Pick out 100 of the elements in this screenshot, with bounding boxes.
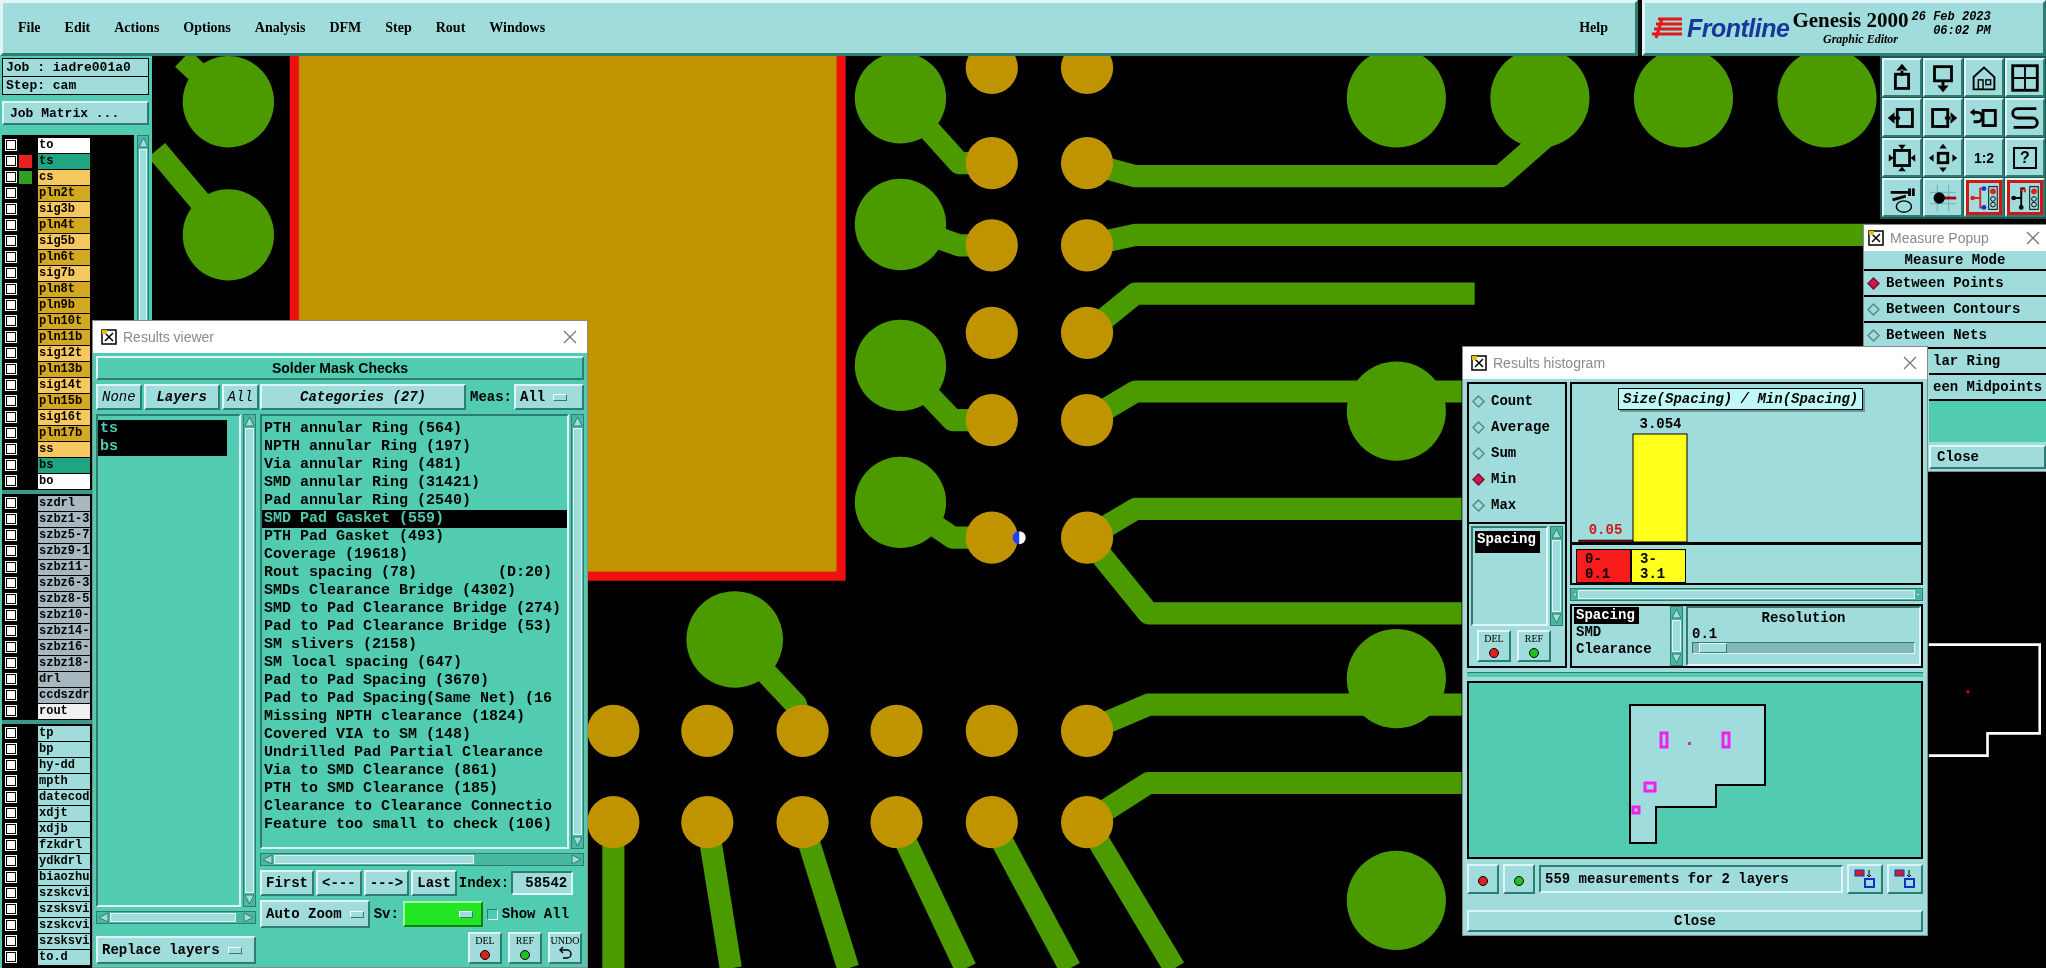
toolbar-button[interactable] [1923, 138, 1963, 177]
layer-name[interactable]: pln8t [38, 281, 90, 297]
list-item[interactable]: Spacing [1574, 607, 1639, 624]
list-item[interactable]: NPTH annular Ring (197) [262, 438, 567, 456]
scroll-left-icon[interactable] [261, 854, 273, 865]
layer-checkbox[interactable] [6, 824, 16, 834]
layer-name[interactable]: ts [38, 153, 90, 169]
close-button[interactable] [1901, 354, 1919, 372]
layer-checkbox[interactable] [6, 872, 16, 882]
list-item[interactable]: SM slivers (2158) [262, 636, 567, 654]
list-item[interactable]: Coverage (19618) [262, 546, 567, 564]
list-item[interactable]: Covered VIA to SM (148) [262, 726, 567, 744]
layer-checkbox[interactable] [6, 808, 16, 818]
slider-thumb[interactable] [1698, 643, 1727, 653]
toolbar-button[interactable] [1882, 178, 1922, 217]
layer-name[interactable]: ss [38, 441, 90, 457]
layer-name[interactable]: pln13b [38, 361, 90, 377]
toolbar-button[interactable] [1964, 178, 2004, 217]
radio-option[interactable]: Min [1469, 466, 1565, 492]
scroll-up-icon[interactable] [1551, 527, 1562, 539]
layer-checkbox[interactable] [6, 444, 16, 454]
toolbar-button[interactable] [1882, 98, 1922, 137]
toolbar-button[interactable] [1882, 138, 1922, 177]
radio-button[interactable] [1472, 472, 1485, 486]
layer-name[interactable]: szbz16- [38, 639, 90, 655]
list-item[interactable]: Undrilled Pad Partial Clearance [262, 744, 567, 762]
replace-layers-dropdown[interactable]: Replace layers [96, 936, 256, 964]
toolbar-button[interactable] [1882, 58, 1922, 97]
layer-checkbox[interactable] [6, 578, 16, 588]
layer-name[interactable]: szbz8-5 [38, 591, 90, 607]
layer-name[interactable]: szbz6-3 [38, 575, 90, 591]
layer-checkbox[interactable] [6, 514, 16, 524]
list-item[interactable]: Spacing [1475, 531, 1540, 553]
scale-button[interactable]: 1:2 [1964, 138, 2004, 177]
list-item[interactable]: SMD [1574, 624, 1606, 641]
layer-name[interactable]: bp [38, 741, 90, 757]
toolbar-button[interactable] [1887, 864, 1923, 894]
scrollbar[interactable] [1570, 588, 1923, 601]
layer-checkbox[interactable] [6, 364, 16, 374]
nav-button[interactable]: <--- [316, 870, 362, 896]
scrollbar[interactable] [1550, 526, 1563, 626]
help-button[interactable]: ? [2005, 138, 2045, 177]
list-item[interactable]: bs [98, 438, 227, 456]
list-item[interactable]: Via annular Ring (481) [262, 456, 567, 474]
layer-checkbox[interactable] [6, 840, 16, 850]
layer-name[interactable]: szbz18- [38, 655, 90, 671]
radio-button[interactable] [1472, 394, 1485, 408]
radio-option[interactable]: Max [1469, 492, 1565, 518]
toolbar-button[interactable] [1847, 864, 1883, 894]
menu-item[interactable]: Edit [63, 18, 92, 38]
layer-name[interactable]: fzkdrl [38, 837, 90, 853]
scroll-down-icon[interactable] [1551, 613, 1562, 625]
radio-option[interactable]: Sum [1469, 440, 1565, 466]
scroll-up-icon[interactable] [1671, 607, 1682, 619]
list-item[interactable]: Via to SMD Clearance (861) [262, 762, 567, 780]
layer-name[interactable]: ydkdrl [38, 853, 90, 869]
layer-checkbox[interactable] [6, 476, 16, 486]
layer-checkbox[interactable] [6, 744, 16, 754]
layer-name[interactable]: pln10t [38, 313, 90, 329]
toolbar-button[interactable] [1923, 98, 1963, 137]
layer-name[interactable]: rout [38, 703, 90, 719]
layer-name[interactable]: szbz11- [38, 559, 90, 575]
menu-item[interactable]: Actions [113, 18, 161, 38]
layer-name[interactable]: mpth [38, 773, 90, 789]
layer-checkbox[interactable] [6, 348, 16, 358]
nav-button[interactable]: Last [411, 870, 457, 896]
scrollbar[interactable] [260, 853, 584, 866]
layer-checkbox[interactable] [6, 674, 16, 684]
scroll-up-icon[interactable] [137, 136, 149, 148]
categories-button[interactable]: Categories (27) [260, 384, 466, 410]
list-item[interactable]: SMD to Pad Clearance Bridge (274) [262, 600, 567, 618]
color-dropdown[interactable] [402, 901, 483, 927]
radio-option[interactable]: Between Contours [1864, 297, 2046, 323]
layer-checkbox[interactable] [6, 236, 16, 246]
layer-checkbox[interactable] [6, 562, 16, 572]
scroll-up-icon[interactable] [572, 415, 583, 427]
layer-checkbox[interactable] [6, 530, 16, 540]
layer-name[interactable]: szbz10- [38, 607, 90, 623]
zoom-dropdown[interactable]: Auto Zoom [260, 900, 370, 928]
dot-button[interactable] [1467, 864, 1499, 894]
layer-name[interactable]: cs [38, 169, 90, 185]
layer-name[interactable]: pln9b [38, 297, 90, 313]
layer-checkbox[interactable] [6, 760, 16, 770]
del-button[interactable]: DEL [468, 932, 502, 964]
toolbar-button[interactable] [1923, 178, 1963, 217]
layer-checkbox[interactable] [6, 460, 16, 470]
layer-checkbox[interactable] [6, 610, 16, 620]
radio-button[interactable] [1867, 276, 1880, 290]
radio-button[interactable] [1472, 498, 1485, 512]
layer-name[interactable]: sig16t [38, 409, 90, 425]
layer-name[interactable]: sig14t [38, 377, 90, 393]
layer-name[interactable]: sig12t [38, 345, 90, 361]
scrollbar[interactable] [1670, 606, 1683, 666]
layer-checkbox[interactable] [6, 172, 16, 182]
layer-checkbox[interactable] [6, 856, 16, 866]
layer-checkbox[interactable] [6, 936, 16, 946]
layer-name[interactable]: szbz1-3 [38, 511, 90, 527]
radio-button[interactable] [1472, 420, 1485, 434]
layer-filter-button[interactable]: None [96, 384, 142, 410]
layer-name[interactable]: biaozhu [38, 869, 90, 885]
